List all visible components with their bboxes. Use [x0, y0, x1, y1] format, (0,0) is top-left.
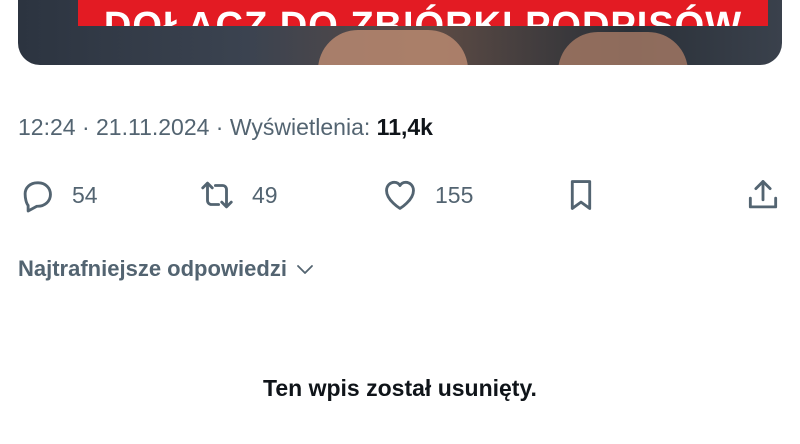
replies-sort-dropdown[interactable]: Najtrafniejsze odpowiedzi [18, 256, 317, 282]
chevron-down-icon [297, 265, 313, 274]
tweet-action-bar: 54 49 155 [0, 170, 800, 220]
repost-button[interactable]: 49 [198, 170, 278, 220]
replies-sort-label: Najtrafniejsze odpowiedzi [18, 256, 287, 281]
media-banner-text: DOŁĄCZ DO ZBIÓRKI PODPISÓW [103, 5, 743, 26]
tweet-date[interactable]: 21.11.2024 [96, 114, 209, 140]
image-figure-right [558, 32, 688, 65]
reply-icon [18, 176, 56, 214]
meta-separator: · [75, 114, 97, 140]
reply-count: 54 [72, 181, 98, 208]
tweet-media-image[interactable]: DOŁĄCZ DO ZBIÓRKI PODPISÓW [18, 0, 782, 65]
image-figure-left [318, 30, 468, 65]
share-icon [744, 176, 782, 214]
views-label: Wyświetlenia: [229, 114, 377, 140]
like-count: 155 [435, 181, 474, 208]
share-button[interactable] [744, 170, 782, 220]
views-count: 11,4k [376, 114, 433, 140]
tweet-time[interactable]: 12:24 [18, 114, 76, 140]
meta-separator-2: · [209, 114, 230, 140]
repost-icon [198, 176, 236, 214]
bookmark-button[interactable] [562, 170, 600, 220]
reply-button[interactable]: 54 [18, 170, 98, 220]
deleted-post-notice: Ten wpis został usunięty. [263, 375, 537, 401]
like-button[interactable]: 155 [381, 170, 473, 220]
tweet-meta: 12:24 · 21.11.2024 · Wyświetlenia: 11,4k [18, 114, 433, 141]
media-banner: DOŁĄCZ DO ZBIÓRKI PODPISÓW [78, 0, 768, 26]
repost-count: 49 [252, 181, 278, 208]
heart-icon [381, 176, 419, 214]
bookmark-icon [562, 176, 600, 214]
